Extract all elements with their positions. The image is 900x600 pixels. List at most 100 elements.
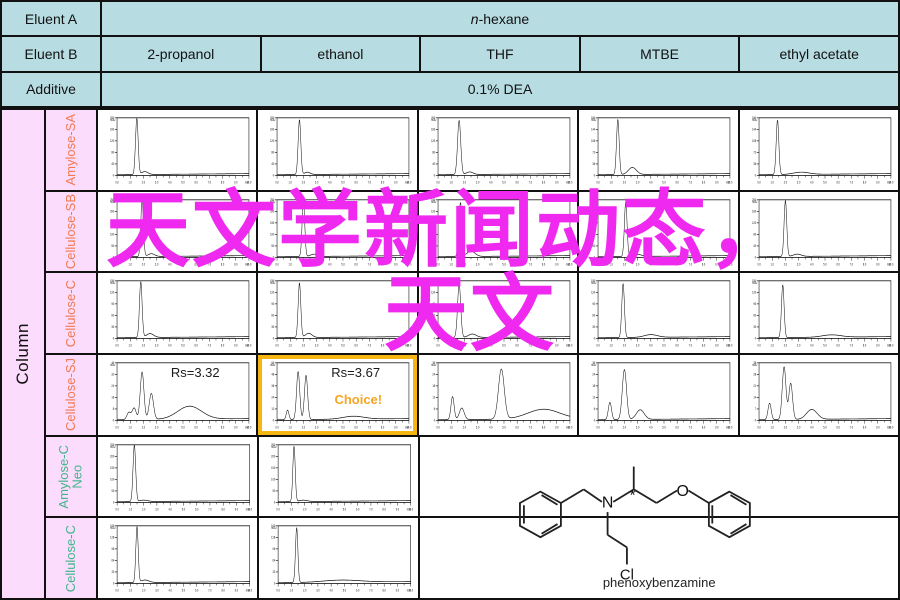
svg-text:2.0: 2.0 bbox=[142, 180, 146, 185]
chromatogram-plot: 0 40 80 120 160 200 0.0 1.0 2.0 3.0 4.0 5.0 6.0 7.0 8.… bbox=[744, 195, 894, 269]
svg-text:3.0: 3.0 bbox=[476, 343, 480, 348]
svg-text:7.0: 7.0 bbox=[689, 262, 693, 267]
svg-text:min: min bbox=[726, 180, 730, 185]
svg-text:1.0: 1.0 bbox=[290, 588, 294, 593]
svg-text:80: 80 bbox=[272, 150, 275, 155]
svg-text:24: 24 bbox=[432, 372, 435, 377]
chromatogram-row: 0 50 100 150 200 250 0.0 1.0 2.0 3.0 4.0 5.0 6.0 7.0 8… bbox=[98, 436, 898, 590]
svg-text:6.0: 6.0 bbox=[355, 262, 359, 267]
svg-text:6: 6 bbox=[594, 407, 596, 412]
chromatogram-plot: 0 50 100 150 200 250 0.0 1.0 2.0 3.0 4.0 5.0 6.0 7.0 8… bbox=[583, 195, 733, 269]
svg-text:5.0: 5.0 bbox=[502, 343, 506, 348]
svg-text:min: min bbox=[246, 588, 250, 593]
svg-text:5.0: 5.0 bbox=[343, 588, 347, 593]
svg-text:1.0: 1.0 bbox=[289, 425, 293, 430]
svg-text:8.0: 8.0 bbox=[381, 343, 385, 348]
svg-text:4.0: 4.0 bbox=[649, 180, 653, 185]
svg-text:120: 120 bbox=[271, 139, 275, 144]
row-label-text: Amylose-SA bbox=[63, 114, 79, 186]
svg-text:3.0: 3.0 bbox=[155, 507, 159, 512]
svg-text:O: O bbox=[677, 483, 689, 500]
svg-text:5.0: 5.0 bbox=[502, 262, 506, 267]
svg-text:1.0: 1.0 bbox=[610, 343, 614, 348]
svg-text:50: 50 bbox=[111, 243, 114, 248]
svg-text:9.0: 9.0 bbox=[715, 343, 719, 348]
svg-text:120: 120 bbox=[431, 291, 435, 296]
svg-text:4.0: 4.0 bbox=[330, 588, 334, 593]
conditions-value-additive: 0.1% DEA bbox=[100, 70, 900, 109]
chromatogram-cell: 0 8 16 24 32 40 0.0 1.0 2.0 3.0 4.0 5.0 6.0 7.0 8.0 9.0… bbox=[98, 355, 259, 435]
svg-text:2.0: 2.0 bbox=[783, 343, 787, 348]
svg-text:120: 120 bbox=[752, 220, 756, 225]
svg-text:1.0: 1.0 bbox=[770, 343, 774, 348]
svg-text:8.0: 8.0 bbox=[221, 262, 225, 267]
svg-text:150: 150 bbox=[591, 220, 595, 225]
svg-text:7.0: 7.0 bbox=[849, 262, 853, 267]
svg-text:9.0: 9.0 bbox=[876, 262, 880, 267]
svg-text:mAU: mAU bbox=[110, 444, 115, 449]
svg-text:120: 120 bbox=[431, 209, 435, 214]
svg-text:6.0: 6.0 bbox=[676, 343, 680, 348]
svg-text:2.0: 2.0 bbox=[463, 262, 467, 267]
svg-text:120: 120 bbox=[591, 291, 595, 296]
svg-text:5.0: 5.0 bbox=[663, 262, 667, 267]
svg-text:mAU: mAU bbox=[110, 118, 115, 123]
svg-text:60: 60 bbox=[432, 314, 435, 319]
svg-text:9.0: 9.0 bbox=[555, 343, 559, 348]
svg-text:0: 0 bbox=[273, 173, 275, 178]
svg-text:8.0: 8.0 bbox=[702, 262, 706, 267]
svg-text:4.0: 4.0 bbox=[329, 425, 333, 430]
svg-text:8.0: 8.0 bbox=[542, 343, 546, 348]
svg-text:7.0: 7.0 bbox=[208, 180, 212, 185]
svg-text:150: 150 bbox=[110, 220, 114, 225]
svg-text:3.0: 3.0 bbox=[155, 262, 159, 267]
svg-text:3.0: 3.0 bbox=[315, 425, 319, 430]
svg-text:0.0: 0.0 bbox=[115, 262, 119, 267]
svg-text:100: 100 bbox=[271, 232, 275, 237]
chromatogram-cell: 0 50 100 150 200 250 0.0 1.0 2.0 3.0 4.0 5.0 6.0 7.0 8… bbox=[579, 191, 740, 272]
conditions-value-eluent-b-4: MTBE bbox=[578, 35, 741, 73]
chromatogram-cell: 0 50 100 150 200 250 0.0 1.0 2.0 3.0 4.0 5.0 6.0 7.0 8… bbox=[98, 191, 259, 272]
svg-text:144: 144 bbox=[591, 127, 595, 132]
svg-text:2.0: 2.0 bbox=[142, 262, 146, 267]
svg-text:8.0: 8.0 bbox=[221, 425, 225, 430]
chromatogram-plot: 0 32 64 96 128 160 0.0 1.0 2.0 3.0 4.0 5.0 6.0 7.0 8.0… bbox=[263, 521, 414, 595]
svg-text:0: 0 bbox=[754, 418, 756, 423]
svg-text:4.0: 4.0 bbox=[168, 180, 172, 185]
svg-text:mAU: mAU bbox=[271, 281, 276, 286]
svg-text:0.0: 0.0 bbox=[276, 343, 280, 348]
svg-text:3.0: 3.0 bbox=[476, 262, 480, 267]
svg-text:0.0: 0.0 bbox=[276, 180, 280, 185]
chromatogram-plot: 0 40 80 120 160 200 0.0 1.0 2.0 3.0 4.0 5.0 6.0 7.0 8.… bbox=[102, 113, 252, 187]
svg-text:6.0: 6.0 bbox=[836, 343, 840, 348]
row-label-cellulose-sj: Cellulose-SJ bbox=[46, 355, 96, 437]
row-label-cellulose-sb: Cellulose-SB bbox=[46, 191, 96, 274]
svg-text:0.0: 0.0 bbox=[597, 262, 601, 267]
conditions-row-additive: Additive 0.1% DEA bbox=[0, 70, 900, 109]
svg-text:160: 160 bbox=[271, 127, 275, 132]
svg-text:1.0: 1.0 bbox=[129, 425, 133, 430]
svg-text:200: 200 bbox=[110, 454, 114, 459]
svg-text:3.0: 3.0 bbox=[797, 425, 801, 430]
row-label-cellulose-c-2: Cellulose-C bbox=[46, 518, 96, 599]
svg-text:100: 100 bbox=[110, 477, 114, 482]
svg-text:0: 0 bbox=[754, 173, 756, 178]
svg-text:6.0: 6.0 bbox=[355, 343, 359, 348]
chromatogram-plot: 0 36 72 108 144 180 0.0 1.0 2.0 3.0 4.0 5.0 6.0 7.0 8.… bbox=[744, 113, 894, 187]
conditions-row-eluent-a: Eluent A n-hexane bbox=[0, 0, 900, 38]
conditions-rowlabel-eluent-a: Eluent A bbox=[0, 0, 102, 38]
svg-text:1.0: 1.0 bbox=[449, 262, 453, 267]
svg-text:0: 0 bbox=[274, 500, 276, 505]
svg-text:5.0: 5.0 bbox=[181, 425, 185, 430]
chromatogram-plot: 0 30 60 90 120 150 0.0 1.0 2.0 3.0 4.0 5.0 6.0 7.0 8.0… bbox=[102, 276, 252, 350]
svg-text:7.0: 7.0 bbox=[689, 425, 693, 430]
svg-text:7.0: 7.0 bbox=[368, 343, 372, 348]
svg-text:3.0: 3.0 bbox=[155, 588, 159, 593]
svg-text:0.0: 0.0 bbox=[597, 425, 601, 430]
svg-text:0.0: 0.0 bbox=[115, 507, 119, 512]
row-label-text: Cellulose-SJ bbox=[63, 358, 79, 432]
svg-text:8.0: 8.0 bbox=[381, 262, 385, 267]
chromatogram-cell: 0 32 64 96 128 160 0.0 1.0 2.0 3.0 4.0 5.0 6.0 7.0 8.0… bbox=[259, 518, 421, 599]
chromatogram-plot: 0 40 80 120 160 200 0.0 1.0 2.0 3.0 4.0 5.0 6.0 7.0 8.… bbox=[423, 113, 573, 187]
structure-name: phenoxybenzamine bbox=[602, 575, 716, 591]
